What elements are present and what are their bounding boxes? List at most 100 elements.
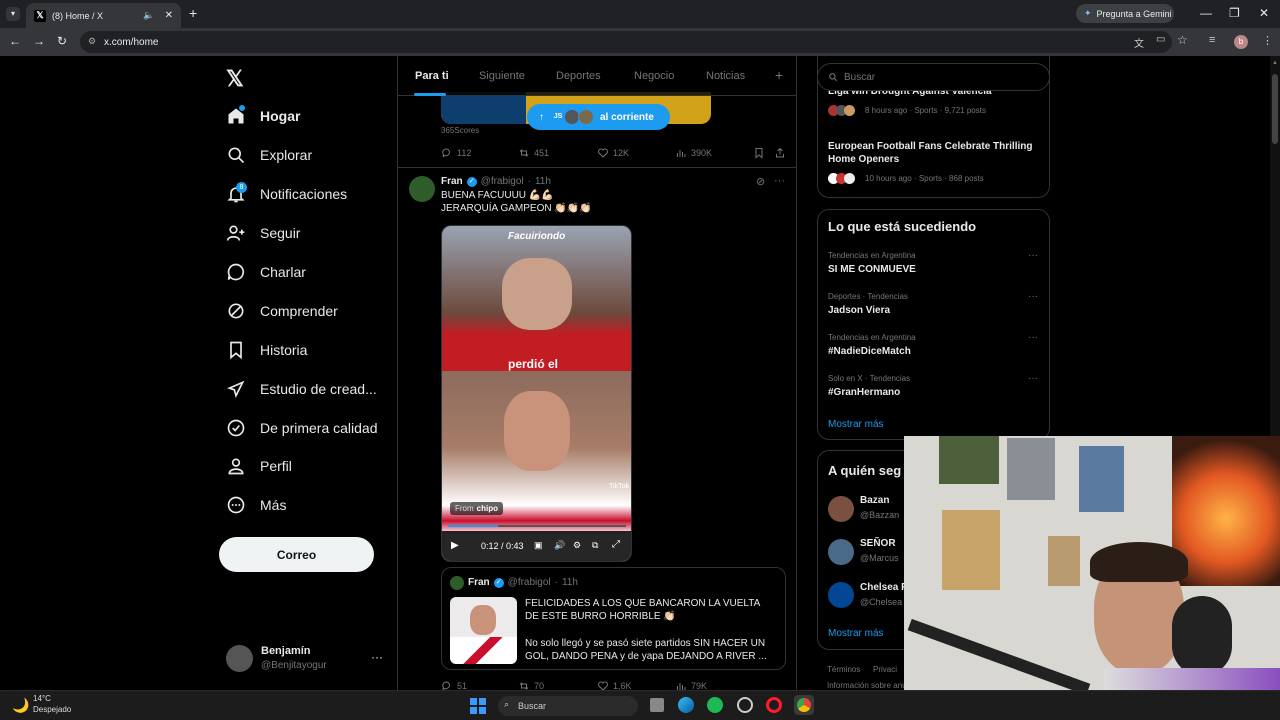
post-likes[interactable]: 1,6K [597, 680, 632, 690]
trend-more-icon[interactable]: ··· [1028, 250, 1038, 261]
suggest-name[interactable]: SEÑOR [860, 538, 896, 549]
maximize-icon[interactable]: ❐ [1229, 6, 1240, 20]
trend-more-icon[interactable]: ··· [1028, 332, 1038, 343]
account-more-icon[interactable]: ··· [371, 650, 383, 664]
windows-start-icon[interactable] [470, 698, 486, 714]
reading-list-icon[interactable]: ≡ [1209, 34, 1215, 46]
show-more-trends[interactable]: Mostrar más [828, 419, 884, 430]
trend-context: Solo en X · Tendencias [828, 374, 911, 383]
chrome-menu-icon[interactable]: ⋮ [1262, 34, 1273, 47]
prev-bookmark[interactable] [753, 147, 765, 159]
prev-likes[interactable]: 12K [597, 147, 629, 159]
post-avatar[interactable] [409, 176, 435, 202]
trend-name[interactable]: SI ME CONMUEVE [828, 264, 916, 275]
nav-profile[interactable]: Perfil [226, 456, 292, 476]
prev-views[interactable]: 390K [675, 147, 712, 159]
post-author-name[interactable]: Fran [441, 176, 463, 187]
footer-terms[interactable]: Términos [827, 665, 860, 674]
settings-icon[interactable]: ⚙ [573, 540, 581, 551]
post-button[interactable]: Correo [219, 537, 374, 572]
fullscreen-icon[interactable]: ⤢ [612, 539, 620, 550]
pip-icon[interactable]: ⧉ [592, 540, 598, 551]
tab-news[interactable]: Noticias [706, 70, 745, 82]
quoted-post[interactable]: Fran ✓ @frabigol · 11h FELICIDADES A LOS… [441, 567, 786, 670]
post-more-icon[interactable]: ··· [774, 175, 785, 187]
gemini-button[interactable]: ✦ Pregunta a Gemini [1076, 4, 1174, 23]
nav-follow[interactable]: Seguir [226, 223, 300, 243]
show-more-follow[interactable]: Mostrar más [828, 628, 884, 639]
trend-name[interactable]: #NadieDiceMatch [828, 346, 911, 357]
taskbar-search[interactable]: ⌕ Buscar [498, 696, 638, 716]
nav-bookmarks[interactable]: Historia [226, 340, 307, 360]
play-icon[interactable]: ▶ [451, 540, 459, 551]
browser-tab-x-home[interactable]: 𝕏 (8) Home / X 🔈 ✕ [26, 3, 181, 28]
chelsea-crest-icon[interactable] [828, 582, 854, 608]
address-bar[interactable]: ⚙ x.com/home [80, 31, 1172, 53]
opera-icon[interactable] [766, 697, 782, 713]
edge-icon[interactable] [678, 697, 694, 713]
moon-icon[interactable]: 🌙 [12, 697, 29, 714]
trend-name[interactable]: #GranHermano [828, 387, 900, 398]
grok-explain-icon[interactable]: ⊘ [756, 175, 765, 188]
suggest-name[interactable]: Bazan [860, 495, 889, 506]
translate-icon[interactable]: 文 [1134, 35, 1144, 50]
tab-business[interactable]: Negocio [634, 70, 674, 82]
post-replies[interactable]: 51 [441, 680, 467, 690]
site-info-icon[interactable]: ⚙ [88, 36, 96, 47]
tab-following[interactable]: Siguiente [479, 70, 525, 82]
nav-chat[interactable]: Charlar [226, 262, 306, 282]
video-progress-track[interactable] [448, 525, 626, 527]
window-close-icon[interactable]: ✕ [1259, 6, 1269, 20]
forward-icon[interactable]: → [33, 34, 45, 48]
footer-privacy[interactable]: Privaci [873, 665, 897, 674]
nav-more[interactable]: Más [226, 495, 286, 515]
post-handle[interactable]: @frabigol [481, 176, 524, 187]
nav-grok[interactable]: Comprender [226, 301, 338, 321]
profile-avatar[interactable]: b [1234, 35, 1248, 49]
x-logo-icon[interactable]: 𝕏 [226, 66, 244, 92]
video-source-tag[interactable]: From chipo [450, 502, 504, 515]
avatar[interactable] [828, 496, 854, 522]
account-switcher[interactable]: Benjamín @Benjitayogur ··· [226, 642, 386, 676]
avatar[interactable] [828, 539, 854, 565]
prev-reposts[interactable]: 451 [518, 147, 549, 159]
nav-premium[interactable]: De primera calidad [226, 418, 378, 438]
task-view-icon[interactable] [650, 698, 664, 712]
post-time[interactable]: 11h [535, 176, 551, 187]
search-input[interactable]: Buscar [817, 63, 1050, 91]
chrome-taskbar-button[interactable] [794, 695, 814, 715]
post-views[interactable]: 79K [675, 680, 707, 690]
nav-creator-studio[interactable]: Estudio de cread... [226, 379, 377, 399]
reload-icon[interactable]: ↻ [57, 34, 67, 48]
tab-sports[interactable]: Deportes [556, 70, 601, 82]
post-reposts[interactable]: 70 [518, 680, 544, 690]
scrollbar-thumb[interactable] [1272, 74, 1278, 144]
bookmark-star-icon[interactable]: ☆ [1177, 33, 1188, 47]
footer-ads-info[interactable]: Información sobre anu [827, 681, 907, 690]
captions-icon[interactable]: ▣ [534, 540, 543, 551]
trend-name[interactable]: Jadson Viera [828, 305, 890, 316]
add-tab-icon[interactable]: + [775, 67, 783, 83]
prev-share[interactable] [774, 147, 786, 159]
app-icon[interactable] [737, 697, 753, 713]
news-title[interactable]: European Football Fans Celebrate Thrilli… [828, 140, 1038, 166]
install-icon[interactable]: ▭ [1156, 34, 1165, 45]
suggest-name[interactable]: Chelsea F [860, 582, 907, 593]
volume-icon[interactable]: 🔊 [554, 540, 565, 551]
back-icon[interactable]: ← [9, 34, 21, 48]
spotify-icon[interactable] [707, 697, 723, 713]
post-video[interactable]: Facuiriondo perdió el TikTok From chipo … [441, 225, 632, 562]
new-tab-icon[interactable]: + [189, 5, 197, 21]
tab-close-icon[interactable]: ✕ [165, 10, 173, 21]
tab-audio-icon[interactable]: 🔈 [143, 10, 154, 21]
trend-more-icon[interactable]: ··· [1028, 373, 1038, 384]
tab-for-you[interactable]: Para ti [415, 70, 449, 82]
tab-search-button[interactable]: ▾ [6, 7, 20, 21]
prev-replies[interactable]: 112 [441, 147, 471, 159]
nav-home[interactable]: Hogar [226, 106, 300, 126]
scroll-up-icon[interactable]: ▲ [1272, 60, 1278, 66]
new-posts-pill[interactable]: ↑ JS al corriente [527, 104, 670, 130]
nav-explore[interactable]: Explorar [226, 145, 312, 165]
trend-more-icon[interactable]: ··· [1028, 291, 1038, 302]
minimize-icon[interactable]: — [1200, 6, 1212, 20]
